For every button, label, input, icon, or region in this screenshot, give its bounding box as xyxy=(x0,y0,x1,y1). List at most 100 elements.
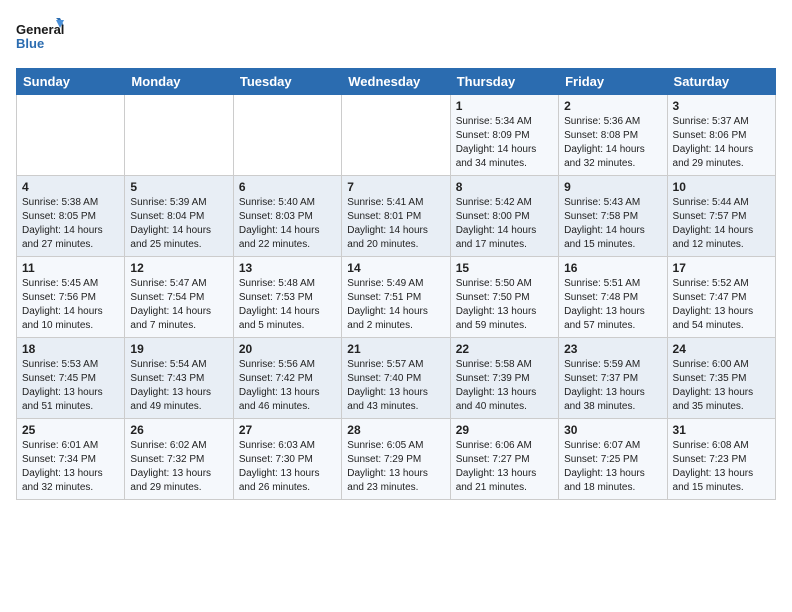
page-header: General Blue xyxy=(16,16,776,60)
day-info: Sunrise: 6:03 AM Sunset: 7:30 PM Dayligh… xyxy=(239,439,336,495)
day-number: 1 xyxy=(456,99,553,113)
day-number: 28 xyxy=(347,423,444,437)
day-info: Sunrise: 5:59 AM Sunset: 7:37 PM Dayligh… xyxy=(564,358,661,414)
day-number: 18 xyxy=(22,342,119,356)
day-info: Sunrise: 5:56 AM Sunset: 7:42 PM Dayligh… xyxy=(239,358,336,414)
week-row-5: 25 Sunrise: 6:01 AM Sunset: 7:34 PM Dayli… xyxy=(17,419,776,500)
day-number: 10 xyxy=(673,180,770,194)
day-cell-1: 1Sunrise: 5:34 AM Sunset: 8:09 PM Daylig… xyxy=(450,95,558,176)
day-number: 16 xyxy=(564,261,661,275)
day-info: Sunrise: 5:42 AM Sunset: 8:00 PM Dayligh… xyxy=(456,196,553,252)
day-info: Sunrise: 5:47 AM Sunset: 7:54 PM Dayligh… xyxy=(130,277,227,333)
day-cell-9: 9 Sunrise: 5:43 AM Sunset: 7:58 PM Daylig… xyxy=(559,176,667,257)
logo: General Blue xyxy=(16,16,66,60)
weekday-header-wednesday: Wednesday xyxy=(342,69,450,95)
day-info: Sunrise: 5:49 AM Sunset: 7:51 PM Dayligh… xyxy=(347,277,444,333)
day-number: 14 xyxy=(347,261,444,275)
day-cell-3: 3 Sunrise: 5:37 AM Sunset: 8:06 PM Daylig… xyxy=(667,95,775,176)
day-cell-27: 27 Sunrise: 6:03 AM Sunset: 7:30 PM Dayli… xyxy=(233,419,341,500)
day-info: Sunrise: 6:01 AM Sunset: 7:34 PM Dayligh… xyxy=(22,439,119,495)
day-number: 26 xyxy=(130,423,227,437)
day-number: 9 xyxy=(564,180,661,194)
day-number: 5 xyxy=(130,180,227,194)
empty-cell xyxy=(233,95,341,176)
day-info: Sunrise: 5:37 AM Sunset: 8:06 PM Dayligh… xyxy=(673,115,770,171)
week-row-3: 11Sunrise: 5:45 AM Sunset: 7:56 PM Dayli… xyxy=(17,257,776,338)
day-cell-24: 24 Sunrise: 6:00 AM Sunset: 7:35 PM Dayli… xyxy=(667,338,775,419)
day-cell-21: 21Sunrise: 5:57 AM Sunset: 7:40 PM Dayli… xyxy=(342,338,450,419)
day-number: 20 xyxy=(239,342,336,356)
day-number: 24 xyxy=(673,342,770,356)
week-row-1: 1Sunrise: 5:34 AM Sunset: 8:09 PM Daylig… xyxy=(17,95,776,176)
day-number: 15 xyxy=(456,261,553,275)
svg-text:Blue: Blue xyxy=(16,36,44,51)
day-cell-8: 8 Sunrise: 5:42 AM Sunset: 8:00 PM Daylig… xyxy=(450,176,558,257)
day-cell-2: 2Sunrise: 5:36 AM Sunset: 8:08 PM Daylig… xyxy=(559,95,667,176)
day-info: Sunrise: 5:48 AM Sunset: 7:53 PM Dayligh… xyxy=(239,277,336,333)
day-number: 7 xyxy=(347,180,444,194)
day-info: Sunrise: 6:08 AM Sunset: 7:23 PM Dayligh… xyxy=(673,439,770,495)
day-cell-14: 14 Sunrise: 5:49 AM Sunset: 7:51 PM Dayli… xyxy=(342,257,450,338)
day-cell-16: 16Sunrise: 5:51 AM Sunset: 7:48 PM Dayli… xyxy=(559,257,667,338)
day-info: Sunrise: 6:05 AM Sunset: 7:29 PM Dayligh… xyxy=(347,439,444,495)
day-info: Sunrise: 6:07 AM Sunset: 7:25 PM Dayligh… xyxy=(564,439,661,495)
day-number: 25 xyxy=(22,423,119,437)
day-info: Sunrise: 5:38 AM Sunset: 8:05 PM Dayligh… xyxy=(22,196,119,252)
empty-cell xyxy=(342,95,450,176)
empty-cell xyxy=(125,95,233,176)
day-number: 29 xyxy=(456,423,553,437)
day-info: Sunrise: 5:57 AM Sunset: 7:40 PM Dayligh… xyxy=(347,358,444,414)
day-cell-23: 23Sunrise: 5:59 AM Sunset: 7:37 PM Dayli… xyxy=(559,338,667,419)
day-cell-10: 10 Sunrise: 5:44 AM Sunset: 7:57 PM Dayli… xyxy=(667,176,775,257)
day-info: Sunrise: 5:43 AM Sunset: 7:58 PM Dayligh… xyxy=(564,196,661,252)
day-number: 8 xyxy=(456,180,553,194)
day-cell-28: 28 Sunrise: 6:05 AM Sunset: 7:29 PM Dayli… xyxy=(342,419,450,500)
day-info: Sunrise: 5:58 AM Sunset: 7:39 PM Dayligh… xyxy=(456,358,553,414)
day-cell-30: 30 Sunrise: 6:07 AM Sunset: 7:25 PM Dayli… xyxy=(559,419,667,500)
day-number: 3 xyxy=(673,99,770,113)
week-row-2: 4 Sunrise: 5:38 AM Sunset: 8:05 PM Daylig… xyxy=(17,176,776,257)
day-cell-7: 7 Sunrise: 5:41 AM Sunset: 8:01 PM Daylig… xyxy=(342,176,450,257)
day-cell-25: 25 Sunrise: 6:01 AM Sunset: 7:34 PM Dayli… xyxy=(17,419,125,500)
calendar-table: SundayMondayTuesdayWednesdayThursdayFrid… xyxy=(16,68,776,500)
day-info: Sunrise: 5:50 AM Sunset: 7:50 PM Dayligh… xyxy=(456,277,553,333)
weekday-header-sunday: Sunday xyxy=(17,69,125,95)
weekday-header-row: SundayMondayTuesdayWednesdayThursdayFrid… xyxy=(17,69,776,95)
day-cell-12: 12 Sunrise: 5:47 AM Sunset: 7:54 PM Dayli… xyxy=(125,257,233,338)
day-cell-18: 18Sunrise: 5:53 AM Sunset: 7:45 PM Dayli… xyxy=(17,338,125,419)
day-cell-5: 5 Sunrise: 5:39 AM Sunset: 8:04 PM Daylig… xyxy=(125,176,233,257)
empty-cell xyxy=(17,95,125,176)
day-cell-19: 19 Sunrise: 5:54 AM Sunset: 7:43 PM Dayli… xyxy=(125,338,233,419)
day-info: Sunrise: 5:52 AM Sunset: 7:47 PM Dayligh… xyxy=(673,277,770,333)
day-cell-4: 4 Sunrise: 5:38 AM Sunset: 8:05 PM Daylig… xyxy=(17,176,125,257)
day-info: Sunrise: 5:44 AM Sunset: 7:57 PM Dayligh… xyxy=(673,196,770,252)
day-info: Sunrise: 5:40 AM Sunset: 8:03 PM Dayligh… xyxy=(239,196,336,252)
day-cell-29: 29 Sunrise: 6:06 AM Sunset: 7:27 PM Dayli… xyxy=(450,419,558,500)
day-number: 4 xyxy=(22,180,119,194)
day-cell-15: 15 Sunrise: 5:50 AM Sunset: 7:50 PM Dayli… xyxy=(450,257,558,338)
day-info: Sunrise: 6:06 AM Sunset: 7:27 PM Dayligh… xyxy=(456,439,553,495)
day-info: Sunrise: 5:41 AM Sunset: 8:01 PM Dayligh… xyxy=(347,196,444,252)
weekday-header-thursday: Thursday xyxy=(450,69,558,95)
day-cell-11: 11Sunrise: 5:45 AM Sunset: 7:56 PM Dayli… xyxy=(17,257,125,338)
day-number: 12 xyxy=(130,261,227,275)
week-row-4: 18Sunrise: 5:53 AM Sunset: 7:45 PM Dayli… xyxy=(17,338,776,419)
weekday-header-friday: Friday xyxy=(559,69,667,95)
day-number: 27 xyxy=(239,423,336,437)
day-number: 19 xyxy=(130,342,227,356)
day-info: Sunrise: 5:45 AM Sunset: 7:56 PM Dayligh… xyxy=(22,277,119,333)
day-number: 31 xyxy=(673,423,770,437)
day-number: 30 xyxy=(564,423,661,437)
svg-text:General: General xyxy=(16,22,64,37)
day-cell-6: 6 Sunrise: 5:40 AM Sunset: 8:03 PM Daylig… xyxy=(233,176,341,257)
weekday-header-saturday: Saturday xyxy=(667,69,775,95)
day-cell-13: 13Sunrise: 5:48 AM Sunset: 7:53 PM Dayli… xyxy=(233,257,341,338)
day-number: 6 xyxy=(239,180,336,194)
day-info: Sunrise: 5:54 AM Sunset: 7:43 PM Dayligh… xyxy=(130,358,227,414)
logo-graphic: General Blue xyxy=(16,16,66,60)
day-number: 17 xyxy=(673,261,770,275)
day-info: Sunrise: 6:00 AM Sunset: 7:35 PM Dayligh… xyxy=(673,358,770,414)
day-cell-22: 22Sunrise: 5:58 AM Sunset: 7:39 PM Dayli… xyxy=(450,338,558,419)
day-cell-20: 20 Sunrise: 5:56 AM Sunset: 7:42 PM Dayli… xyxy=(233,338,341,419)
day-info: Sunrise: 5:39 AM Sunset: 8:04 PM Dayligh… xyxy=(130,196,227,252)
